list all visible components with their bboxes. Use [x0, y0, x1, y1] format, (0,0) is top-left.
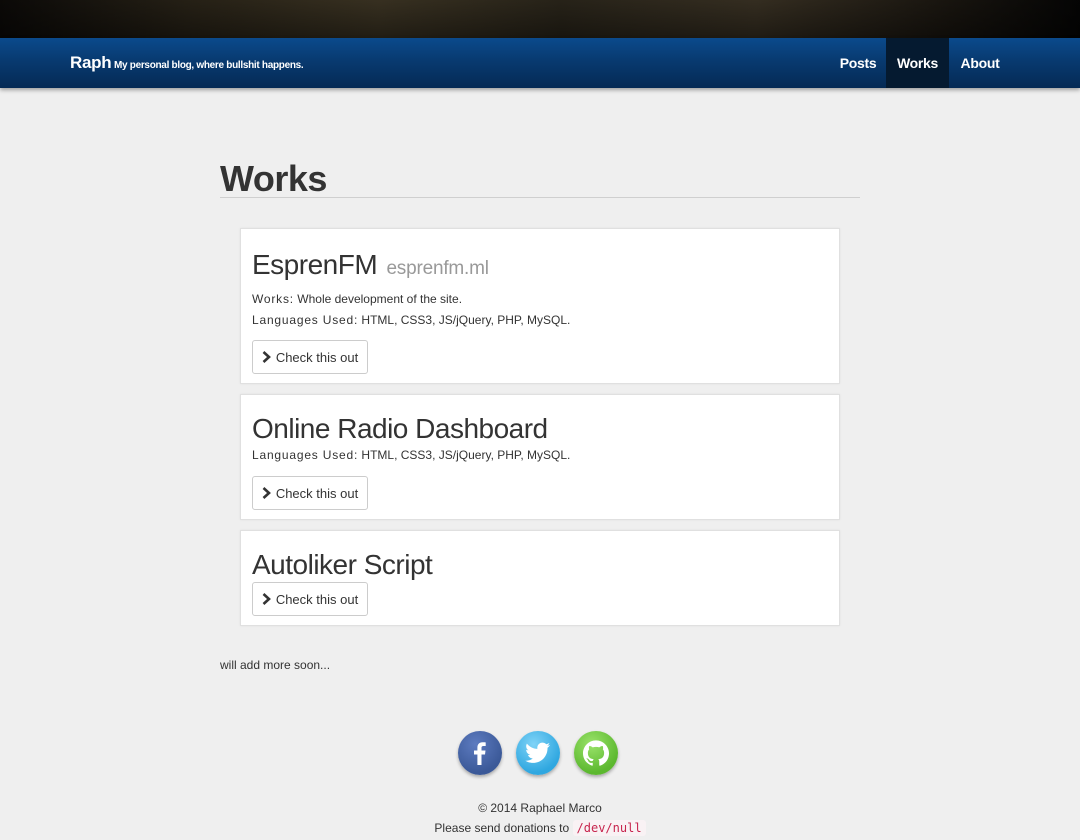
button-label: Check this out [275, 349, 359, 365]
more-coming-note: will add more soon... [220, 658, 331, 672]
button-label: Check this out [275, 591, 359, 607]
languages-value: HTML, CSS3, JS/jQuery, PHP, MySQL. [361, 313, 571, 327]
facebook-link[interactable] [458, 731, 502, 775]
button-label: Check this out [275, 485, 359, 501]
languages-value: HTML, CSS3, JS/jQuery, PHP, MySQL. [361, 448, 571, 462]
work-card-online-radio-dashboard: Online Radio Dashboard Languages Used: H… [240, 394, 840, 520]
site-tagline: My personal blog, where bullshit happens… [114, 60, 304, 71]
copyright: © 2014 Raphael Marco [478, 801, 602, 815]
check-this-out-button[interactable]: Check this out [252, 340, 368, 374]
donation-code: /dev/null [572, 820, 646, 836]
chevron-right-icon [262, 593, 271, 605]
brand-link[interactable]: Raph [70, 53, 112, 73]
facebook-icon [474, 742, 486, 765]
work-title: EsprenFM esprenfm.ml [252, 249, 489, 281]
page-title: Works [220, 158, 327, 199]
works-value: Whole development of the site. [297, 292, 463, 306]
twitter-icon [525, 742, 550, 763]
github-link[interactable] [574, 731, 618, 775]
work-title-text: Autoliker Script [252, 549, 433, 580]
check-this-out-button[interactable]: Check this out [252, 582, 368, 616]
nav-item-posts[interactable]: Posts [830, 38, 886, 88]
work-detail-languages: Languages Used: HTML, CSS3, JS/jQuery, P… [252, 448, 570, 462]
languages-label: Languages Used: [252, 313, 359, 327]
donation-note: Please send donations to /dev/null [0, 820, 1080, 836]
work-card-esprenfm: EsprenFM esprenfm.ml Works: Whole develo… [240, 228, 840, 384]
nav-item-works[interactable]: Works [886, 38, 949, 88]
languages-label: Languages Used: [252, 448, 359, 462]
work-detail-works: Works: Whole development of the site. [252, 292, 462, 306]
title-divider [220, 197, 860, 198]
header-banner-image [0, 0, 1080, 38]
work-title-text: Online Radio Dashboard [252, 413, 548, 444]
work-card-autoliker-script: Autoliker Script Check this out [240, 530, 840, 626]
work-title: Online Radio Dashboard [252, 413, 548, 445]
github-icon [583, 740, 609, 766]
nav-item-about[interactable]: About [949, 38, 1011, 88]
work-detail-languages: Languages Used: HTML, CSS3, JS/jQuery, P… [252, 313, 570, 327]
work-domain: esprenfm.ml [386, 258, 489, 279]
chevron-right-icon [262, 487, 271, 499]
twitter-link[interactable] [516, 731, 560, 775]
check-this-out-button[interactable]: Check this out [252, 476, 368, 510]
works-label: Works: [252, 292, 294, 306]
donation-text: Please send donations to [434, 821, 570, 835]
work-title-text: EsprenFM [252, 249, 378, 280]
navbar: Raph My personal blog, where bullshit ha… [0, 38, 1080, 88]
chevron-right-icon [262, 351, 271, 363]
work-title: Autoliker Script [252, 549, 433, 581]
